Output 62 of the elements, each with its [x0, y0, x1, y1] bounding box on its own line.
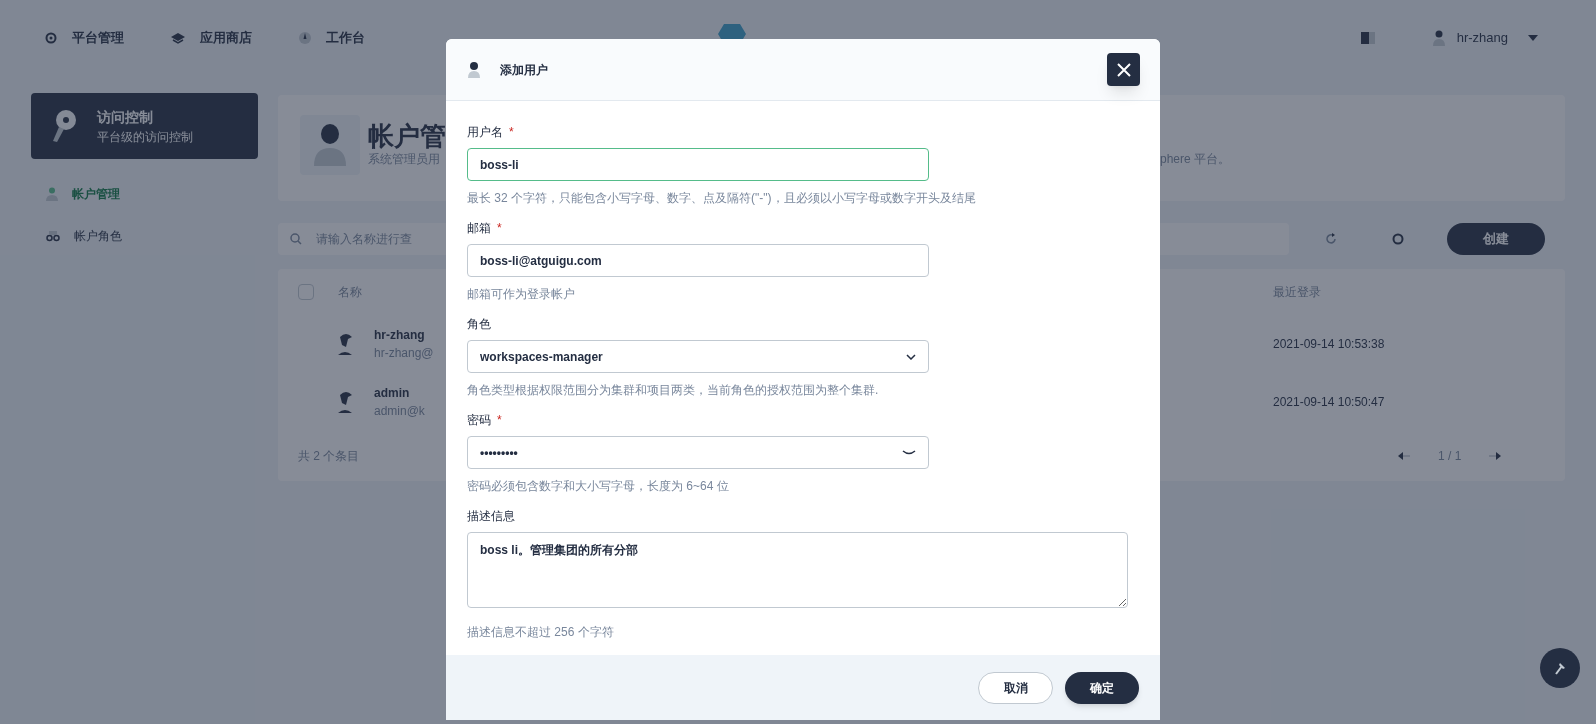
field-label: 描述信息	[467, 508, 515, 525]
field-hint: 描述信息不超过 256 个字符	[467, 624, 615, 641]
field-label: 密码	[467, 412, 491, 429]
table-cell-text: 2021-09-14 10:53:38	[1273, 336, 1385, 353]
field-hint: 角色类型根据权限范围分为集群和项目两类，当前角色的授权范围为整个集群.	[467, 382, 880, 399]
field-hint: 密码必须包含数字和大小写字母，长度为 6~64 位	[467, 478, 730, 495]
cancel-button[interactable]: 取消	[978, 671, 1053, 704]
chevron-down-icon	[906, 353, 916, 360]
sidebar-item[interactable]: 帐户角色	[46, 227, 243, 245]
table-cell-text: admin@k	[374, 403, 425, 420]
required-mark: *	[497, 412, 502, 429]
confirm-button[interactable]: 确定	[1065, 671, 1139, 704]
user-icon	[314, 124, 346, 166]
nav-link[interactable]: 应用商店	[170, 28, 252, 48]
tools-button[interactable]	[1540, 648, 1580, 688]
input-field[interactable]: •••••••••	[467, 436, 929, 469]
page-title: 帐户管	[368, 120, 446, 153]
field-label: 邮箱	[467, 220, 491, 237]
table-cell-text: 2021-09-14 10:50:47	[1273, 394, 1385, 411]
page-indicator: 1 / 1	[1438, 448, 1462, 465]
close-icon	[1116, 62, 1131, 77]
create-button[interactable]: 创建	[1447, 223, 1545, 255]
hammer-icon	[1552, 660, 1568, 676]
eye-closed-icon	[902, 450, 916, 455]
close-button[interactable]	[1107, 53, 1140, 86]
caret-down-icon	[1528, 35, 1538, 41]
field-label: 角色	[467, 316, 491, 333]
user-icon	[1432, 30, 1445, 46]
toggle-icon	[1360, 32, 1375, 44]
user-menu[interactable]: hr-zhang	[1456, 28, 1508, 48]
table-cell-text: hr-zhang@	[374, 345, 434, 362]
description-field[interactable]: boss li。管理集团的所有分部	[467, 532, 1128, 608]
required-mark: *	[509, 124, 514, 141]
dialog-title: 添加用户	[500, 61, 548, 79]
nav-link[interactable]: 工作台	[298, 28, 365, 48]
sidebar-card-subtitle: 平台级的访问控制	[97, 128, 193, 146]
avatar-icon	[338, 391, 352, 413]
sidebar-card-title: 访问控制	[97, 107, 154, 127]
required-mark: *	[497, 220, 502, 237]
arrow-right-icon	[1489, 451, 1502, 461]
column-header: 最近登录	[1273, 284, 1321, 301]
compass-icon	[298, 31, 312, 45]
column-header: 名称	[338, 284, 362, 301]
role-select[interactable]: workspaces-manager	[467, 340, 929, 373]
checkbox[interactable]	[298, 284, 314, 300]
layers-icon	[170, 32, 186, 44]
table-cell-text: admin	[374, 385, 411, 402]
nav-link[interactable]: 平台管理	[44, 28, 124, 48]
arrow-left-icon	[1398, 451, 1410, 461]
user-icon	[46, 187, 58, 201]
avatar-icon	[338, 333, 352, 355]
refresh-icon	[1325, 233, 1337, 245]
user-icon	[468, 61, 480, 78]
glasses-icon	[46, 230, 60, 242]
field-label: 用户名	[467, 124, 503, 141]
search-icon	[290, 233, 302, 245]
input-field[interactable]: boss-li	[467, 148, 929, 181]
field-hint: 最长 32 个字符，只能包含小写字母、数字、点及隔符("-")，且必须以小写字母或数字开头及结尾	[467, 190, 977, 207]
key-icon	[51, 109, 77, 143]
table-cell-text: hr-zhang	[374, 327, 426, 344]
input-field[interactable]: boss-li@atguigu.com	[467, 244, 929, 277]
field-hint: 邮箱可作为登录帐户	[467, 286, 576, 303]
